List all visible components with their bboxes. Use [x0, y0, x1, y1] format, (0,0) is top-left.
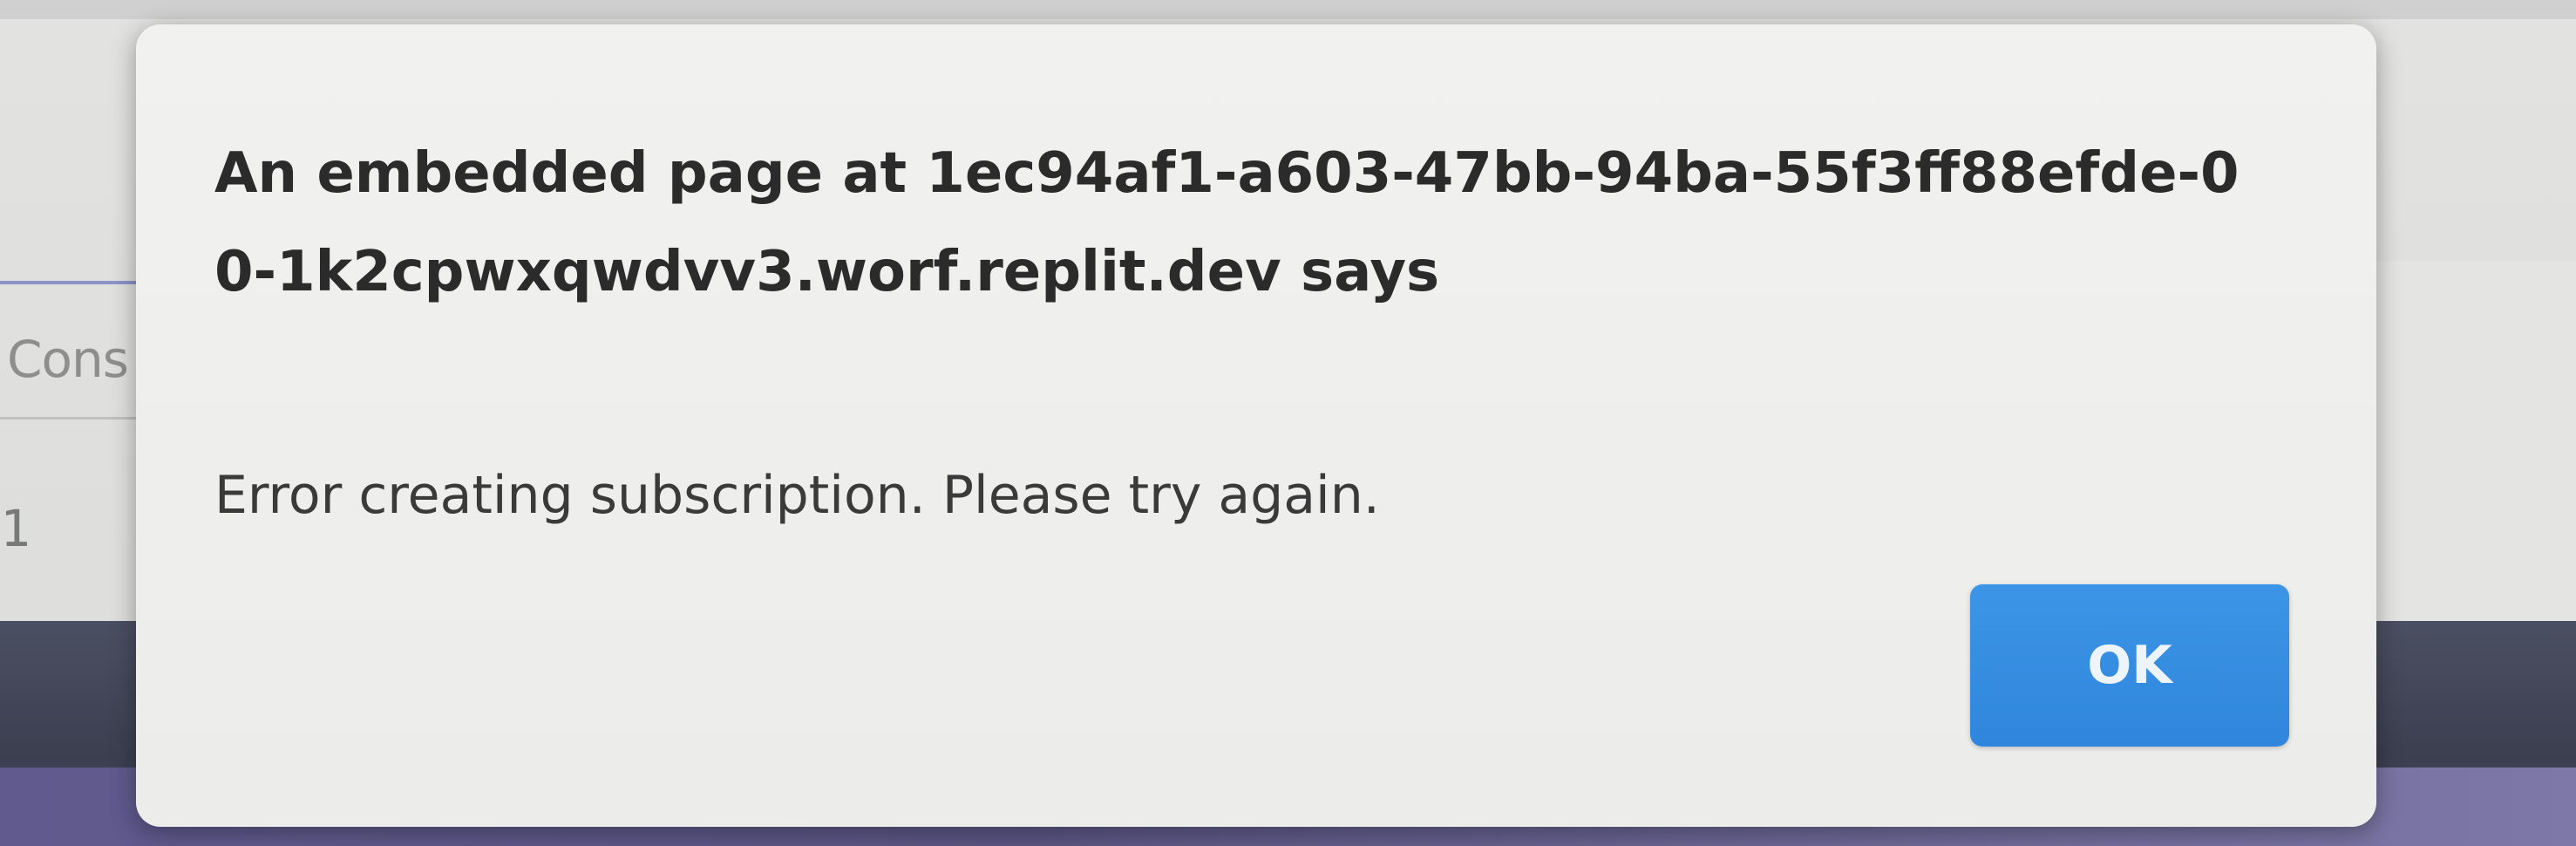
dialog-message: Error creating subscription. Please try … — [214, 465, 1380, 526]
background-right-panel — [2371, 262, 2576, 628]
editor-line-number: 1 — [0, 499, 31, 558]
alert-dialog: An embedded page at 1ec94af1-a603-47bb-9… — [136, 24, 2376, 827]
ok-button[interactable]: OK — [1970, 584, 2289, 747]
dialog-heading: An embedded page at 1ec94af1-a603-47bb-9… — [214, 141, 2240, 304]
screen: Cons 1 An embedded page at 1ec94af1-a603… — [0, 0, 2576, 846]
background-top-strip — [0, 0, 2576, 19]
console-tab-label[interactable]: Cons — [7, 330, 129, 389]
